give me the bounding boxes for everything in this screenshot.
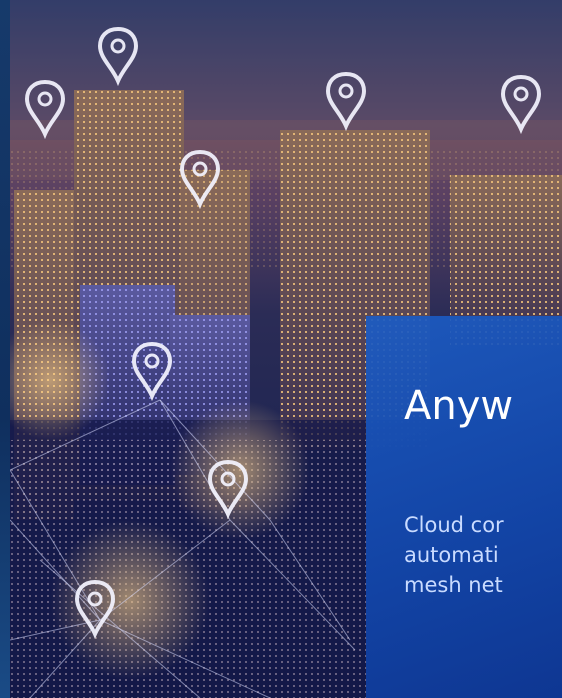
location-pin-icon — [132, 342, 172, 398]
hero-section: Anyw Cloud cor automati mesh net — [0, 0, 562, 698]
card-description-line: Cloud cor — [404, 513, 504, 537]
feature-card: Anyw Cloud cor automati mesh net — [366, 316, 562, 698]
location-pin-icon — [208, 460, 248, 516]
location-pin-icon — [98, 27, 138, 83]
card-description-line: mesh net — [404, 573, 503, 597]
card-title: Anyw — [404, 383, 514, 429]
location-pin-icon — [75, 580, 115, 636]
left-edge-strip — [0, 0, 10, 698]
location-pin-icon — [180, 150, 220, 206]
card-description-line: automati — [404, 543, 499, 567]
location-pin-icon — [326, 72, 366, 128]
card-description: Cloud cor automati mesh net — [404, 510, 504, 600]
location-pin-icon — [501, 75, 541, 131]
location-pin-icon — [25, 80, 65, 136]
